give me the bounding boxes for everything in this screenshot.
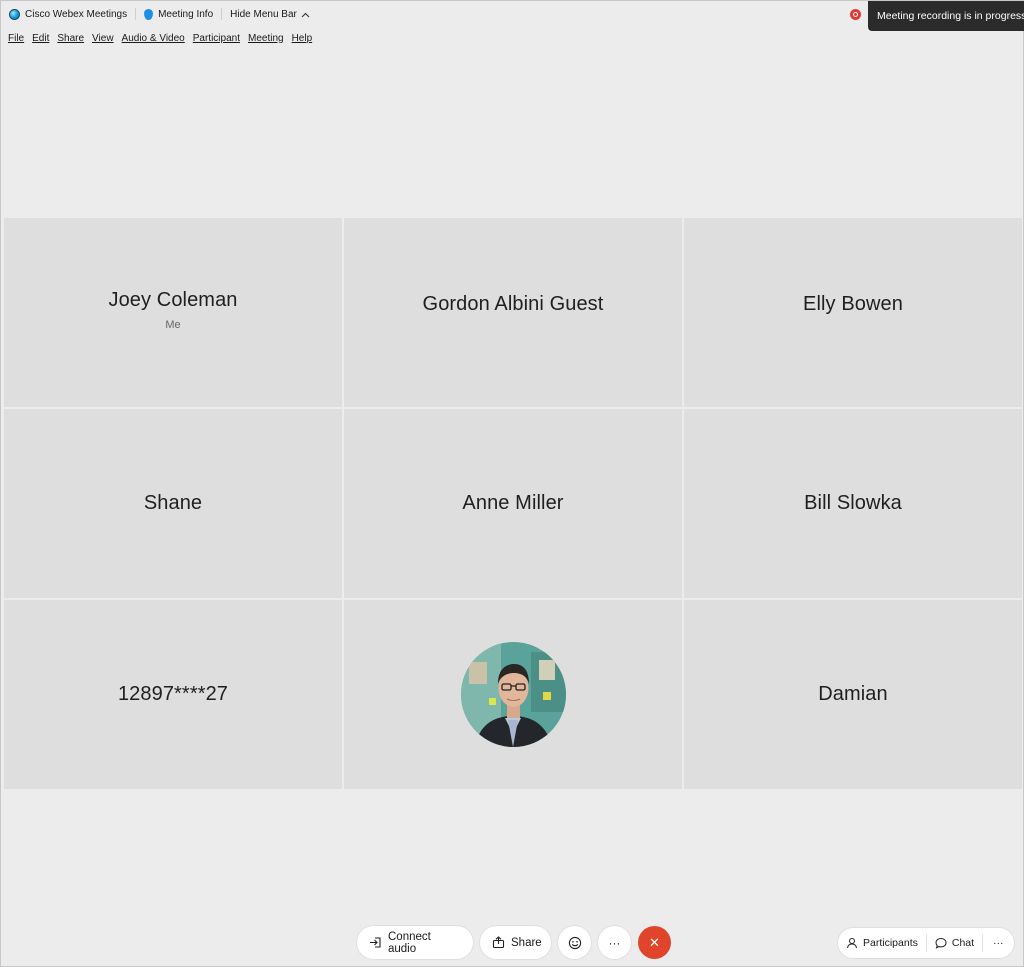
recording-icon[interactable] bbox=[850, 9, 861, 20]
shield-info-icon bbox=[144, 8, 154, 20]
emoji-icon bbox=[568, 936, 582, 950]
share-button[interactable]: Share bbox=[480, 926, 551, 959]
webex-window: Cisco Webex Meetings Meeting Info Hide M… bbox=[0, 0, 1024, 967]
meeting-controls: Connect audio Share ··· ✕ bbox=[357, 926, 671, 959]
app-title: Cisco Webex Meetings bbox=[1, 1, 135, 27]
chevron-up-icon bbox=[301, 10, 310, 20]
menu-bar: File Edit Share View Audio & Video Parti… bbox=[1, 29, 316, 47]
menu-meeting-label: Meeting bbox=[248, 32, 284, 44]
menu-audio-video-label: Audio & Video bbox=[121, 32, 185, 44]
participant-tile[interactable]: Damian bbox=[684, 600, 1022, 789]
webex-logo-icon bbox=[9, 8, 20, 20]
end-meeting-button[interactable]: ✕ bbox=[638, 926, 671, 959]
chat-bubble-icon bbox=[935, 937, 947, 949]
meeting-info-button[interactable]: Meeting Info bbox=[136, 1, 221, 27]
menu-view-label: View bbox=[92, 32, 114, 44]
recording-toast-text: Meeting recording is in progress. bbox=[877, 10, 1024, 22]
app-name: Cisco Webex Meetings bbox=[25, 8, 128, 20]
avatar-photo-icon bbox=[460, 642, 566, 747]
more-icon: ··· bbox=[608, 935, 621, 950]
participant-tile[interactable]: Bill Slowka bbox=[684, 409, 1022, 598]
participant-grid: Joey Coleman Me Gordon Albini Guest Elly… bbox=[4, 218, 1022, 791]
recording-toast: Meeting recording is in progress. bbox=[868, 1, 1024, 31]
more-options-button[interactable]: ··· bbox=[598, 926, 631, 959]
participant-name: Elly Bowen bbox=[803, 293, 903, 315]
participant-name: Gordon Albini Guest bbox=[422, 293, 604, 315]
menu-edit-label: Edit bbox=[32, 32, 50, 44]
participant-name: Bill Slowka bbox=[804, 492, 902, 514]
participant-name: Shane bbox=[143, 492, 203, 514]
menu-share[interactable]: Share bbox=[53, 33, 88, 44]
participants-label: Participants bbox=[863, 937, 918, 949]
participant-name: 12897****27 bbox=[117, 683, 229, 705]
connect-audio-button[interactable]: Connect audio bbox=[357, 926, 473, 959]
hide-menu-bar-button[interactable]: Hide Menu Bar bbox=[222, 1, 318, 27]
menu-participant-label: Participant bbox=[192, 32, 240, 44]
share-label: Share bbox=[511, 936, 542, 949]
menu-meeting[interactable]: Meeting bbox=[244, 33, 288, 44]
participant-tile[interactable]: Anne Miller bbox=[344, 409, 682, 598]
menu-share-label: Share bbox=[57, 32, 85, 44]
participant-tile[interactable]: Shane bbox=[4, 409, 342, 598]
share-icon bbox=[492, 936, 505, 949]
participant-tile[interactable] bbox=[344, 600, 682, 789]
menu-file-label: File bbox=[8, 32, 25, 44]
menu-audio-video[interactable]: Audio & Video bbox=[118, 33, 189, 44]
meeting-info-label: Meeting Info bbox=[158, 8, 214, 20]
chat-button[interactable]: Chat bbox=[927, 928, 982, 958]
menu-help-label: Help bbox=[291, 32, 313, 44]
participant-name: Anne Miller bbox=[462, 492, 564, 514]
menu-help[interactable]: Help bbox=[288, 33, 317, 44]
menu-view[interactable]: View bbox=[88, 33, 118, 44]
participant-name: Damian bbox=[818, 683, 888, 705]
participants-button[interactable]: Participants bbox=[838, 928, 926, 958]
menu-participant[interactable]: Participant bbox=[189, 33, 244, 44]
person-icon bbox=[846, 937, 858, 949]
more-panels-button[interactable]: ··· bbox=[983, 928, 1014, 958]
hide-menu-bar-label: Hide Menu Bar bbox=[230, 8, 297, 20]
connect-audio-icon bbox=[369, 936, 382, 949]
participant-tile[interactable]: Gordon Albini Guest bbox=[344, 218, 682, 407]
participant-tile[interactable]: 12897****27 bbox=[4, 600, 342, 789]
menu-file[interactable]: File bbox=[1, 33, 28, 44]
participant-tile[interactable]: Joey Coleman Me bbox=[4, 218, 342, 407]
connect-audio-label: Connect audio bbox=[388, 930, 431, 955]
close-icon: ✕ bbox=[649, 934, 660, 950]
participant-self-label: Me bbox=[165, 318, 181, 331]
menu-edit[interactable]: Edit bbox=[28, 33, 53, 44]
chat-label: Chat bbox=[951, 937, 975, 949]
reactions-button[interactable] bbox=[558, 926, 591, 959]
panel-controls: Participants Chat ··· bbox=[838, 928, 1014, 958]
participant-avatar bbox=[460, 642, 566, 747]
more-icon: ··· bbox=[993, 937, 1004, 949]
participant-name: Joey Coleman bbox=[108, 288, 238, 311]
participant-tile[interactable]: Elly Bowen bbox=[684, 218, 1022, 407]
